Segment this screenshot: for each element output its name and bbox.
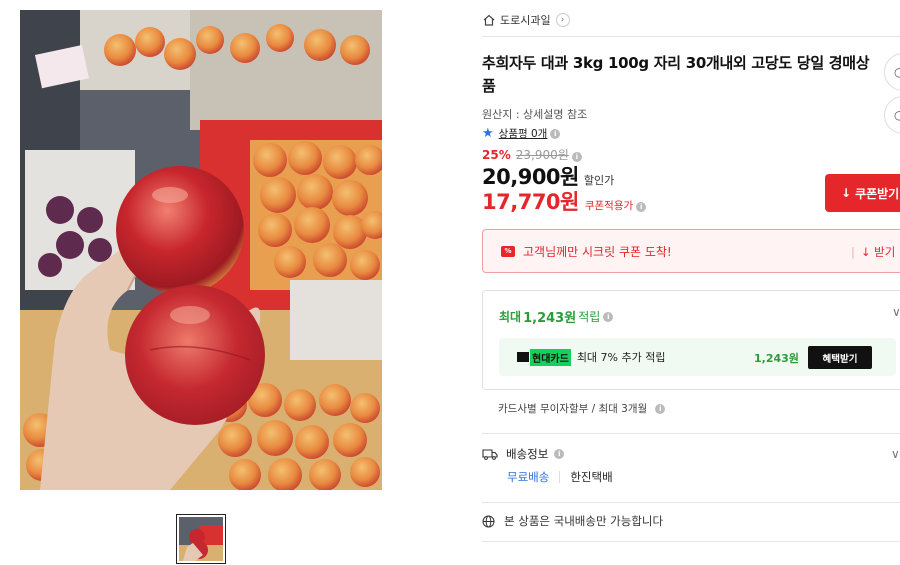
product-info-panel: 도로시과일 › 추희자두 대과 3kg 100g 자리 30개내외 고당도 당일… — [482, 0, 900, 565]
store-name: 도로시과일 — [500, 14, 551, 27]
wishlist-button[interactable]: ○ — [884, 96, 900, 134]
review-summary: ★ 상품평 0개 i — [482, 126, 561, 141]
info-icon[interactable]: i — [655, 403, 666, 414]
coupon-price-label: 쿠폰적용가 — [584, 200, 634, 212]
thumbnail-image — [179, 517, 223, 561]
discount-percent: 25% — [482, 148, 511, 162]
points-summary[interactable]: 최대 1,243원 적립 i — [499, 307, 614, 326]
hyundai-card-logo: 현대카드 — [517, 348, 571, 366]
thumbnail-1[interactable] — [176, 514, 226, 564]
card-benefit-text: 최대 7% 추가 적립 — [576, 351, 666, 364]
globe-icon — [482, 515, 495, 527]
get-benefit-button[interactable]: 혜택받기 — [808, 346, 872, 369]
points-suffix: 적립 — [578, 310, 601, 324]
share-icon: ○ — [894, 65, 900, 79]
secret-coupon-download[interactable]: | ↓ 받기 — [851, 244, 895, 260]
coupon-price-row: 17,770원 쿠폰적용가 i — [482, 186, 647, 216]
download-icon: ↓ — [860, 245, 871, 259]
divider — [482, 502, 900, 503]
card-benefit-row: 현대카드 최대 7% 추가 적립 1,243원 혜택받기 — [499, 338, 896, 376]
separator: | — [851, 245, 855, 259]
points-prefix: 최대 — [499, 310, 522, 324]
secret-coupon-text: 고객님께만 시크릿 쿠폰 도착! — [523, 244, 672, 259]
heart-icon: ○ — [894, 108, 900, 122]
info-icon[interactable]: i — [603, 311, 614, 322]
store-link[interactable]: 도로시과일 › — [482, 12, 570, 28]
shipping-title: 배송정보 — [506, 447, 549, 461]
coupon-download-label: 쿠폰받기 — [855, 186, 900, 201]
shipping-detail: 무료배송 한진택배 — [507, 469, 613, 485]
origin-info: 원산지 : 상세설명 참조 — [482, 108, 588, 121]
divider — [482, 433, 900, 434]
courier-name: 한진택배 — [570, 470, 613, 484]
shipping-fee: 무료배송 — [507, 470, 550, 484]
installment-info: 카드사별 무이자할부 / 최대 3개월 i — [498, 401, 666, 416]
card-logo-icon — [517, 352, 529, 362]
info-icon[interactable]: i — [554, 449, 565, 459]
chevron-down-icon[interactable]: ∨ — [891, 447, 900, 461]
info-icon[interactable]: i — [636, 202, 647, 212]
product-title: 추희자두 대과 3kg 100g 자리 30개내외 고당도 당일 경매상품 — [482, 54, 870, 95]
chevron-right-icon: › — [555, 13, 570, 27]
points-box: 최대 1,243원 적립 i ∨ 현대카드 최대 7% 추가 적립 1,243원… — [482, 290, 900, 390]
divider — [482, 36, 900, 37]
info-icon[interactable]: i — [550, 128, 561, 139]
chevron-down-icon[interactable]: ∨ — [892, 305, 900, 319]
installment-text: 카드사별 무이자할부 / 최대 3개월 — [498, 403, 648, 415]
coupon-download-button[interactable]: ↓ 쿠폰받기 — [825, 174, 900, 212]
card-benefit-amount: 1,243원 — [754, 352, 799, 365]
coupon-tag-icon: % — [501, 245, 515, 257]
coupon-price: 17,770원 — [482, 190, 579, 214]
card-name: 현대카드 — [530, 348, 571, 366]
domestic-shipping-notice: 본 상품은 국내배송만 가능합니다 — [482, 513, 663, 529]
secret-coupon-banner[interactable]: % 고객님께만 시크릿 쿠폰 도착! | ↓ 받기 — [482, 229, 900, 273]
home-icon — [483, 14, 495, 26]
download-icon: ↓ — [841, 186, 852, 200]
domestic-notice-text: 본 상품은 국내배송만 가능합니다 — [504, 514, 664, 528]
share-button[interactable]: ○ — [884, 53, 900, 91]
review-count-link[interactable]: 상품평 0개 — [499, 126, 548, 141]
fruit-photo — [20, 10, 382, 490]
divider — [482, 541, 900, 542]
shipping-header[interactable]: 배송정보 i — [482, 446, 565, 462]
separator — [559, 471, 561, 483]
secret-coupon-download-label: 받기 — [874, 245, 896, 259]
truck-icon — [482, 449, 498, 460]
product-main-image[interactable] — [20, 10, 382, 490]
points-amount: 1,243원 — [523, 311, 577, 326]
star-icon: ★ — [482, 126, 494, 141]
